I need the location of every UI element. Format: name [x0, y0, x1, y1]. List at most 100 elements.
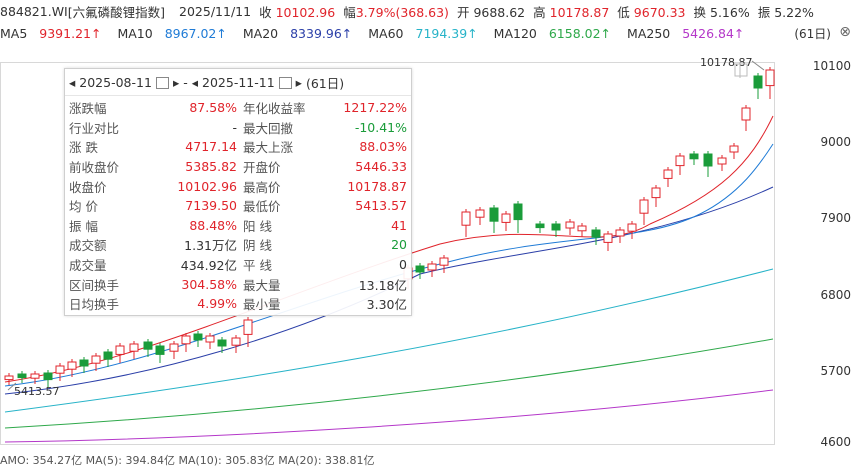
- turnover-label: 换: [693, 4, 707, 20]
- quote-date: 2025/11/11: [179, 3, 252, 19]
- calendar-icon[interactable]: [278, 77, 292, 89]
- y-tick-label: 6800: [820, 288, 851, 302]
- stat-value: 304.58%: [181, 276, 237, 292]
- quote-header: 884821.WI [六氟磷酸锂指数] 2025/11/11 收 10102.9…: [0, 0, 865, 22]
- candle-body[interactable]: [603, 233, 613, 243]
- date-end-field[interactable]: 2025-11-11: [202, 75, 275, 90]
- period-button[interactable]: (61日): [794, 25, 831, 42]
- stat-label: 成交额: [69, 238, 107, 254]
- ma20-label: MA20 8339.96↑: [242, 25, 353, 41]
- stat-value: 5446.33: [355, 159, 407, 175]
- date-start-prev-icon[interactable]: ◂: [69, 75, 75, 90]
- candle-body[interactable]: [753, 75, 763, 89]
- stats-row: 行业对比 - 最大回撤 -10.41%: [69, 118, 411, 138]
- ma60-label: MA60 7194.39↑: [368, 25, 478, 41]
- candle-body[interactable]: [427, 263, 437, 271]
- candle-body[interactable]: [243, 319, 253, 335]
- candle-body[interactable]: [639, 199, 649, 214]
- candle-body[interactable]: [415, 265, 425, 273]
- close-value: 10102.96: [275, 4, 336, 20]
- candle-body[interactable]: [689, 153, 699, 160]
- date-end-next-icon[interactable]: ▸: [296, 75, 302, 90]
- stat-value: 10102.96: [177, 178, 237, 194]
- candle-body[interactable]: [79, 359, 89, 367]
- panel-date-range: ◂ 2025-08-11 ▸ - ◂ 2025-11-11 ▸ (61日): [65, 69, 411, 96]
- candle-body[interactable]: [205, 335, 215, 343]
- amplitude-value: 5.22%: [774, 4, 814, 20]
- stat-value: 41: [391, 217, 407, 233]
- high-annotation: 10178.87: [700, 56, 753, 69]
- candle-body[interactable]: [501, 213, 511, 223]
- stat-label: 收盘价: [69, 179, 107, 195]
- stat-value: 434.92亿: [180, 258, 237, 274]
- candle-body[interactable]: [143, 341, 153, 350]
- candle-body[interactable]: [729, 145, 739, 153]
- candle-body[interactable]: [535, 223, 545, 229]
- candle-body[interactable]: [231, 337, 241, 346]
- stat-value: 13.18亿: [358, 277, 407, 293]
- stats-row: 区间换手 304.58% 最大量 13.18亿: [69, 274, 411, 294]
- y-tick-label: 10100: [812, 59, 851, 73]
- date-end-prev-icon[interactable]: ◂: [192, 75, 198, 90]
- candle-body[interactable]: [741, 107, 751, 121]
- candle-body[interactable]: [615, 229, 625, 237]
- candle-body[interactable]: [663, 169, 673, 179]
- low-value: 9670.33: [633, 4, 686, 20]
- candle-body[interactable]: [717, 157, 727, 165]
- candle-body[interactable]: [43, 372, 53, 381]
- ma5-label: MA5 9391.21↑: [0, 25, 102, 41]
- candle-body[interactable]: [591, 229, 601, 238]
- candle-body[interactable]: [129, 343, 139, 352]
- stats-row: 涨 跌 4717.14 最大上涨 88.03%: [69, 137, 411, 157]
- day-count: (61日): [305, 75, 345, 91]
- calendar-icon[interactable]: [155, 77, 169, 89]
- stat-label: 最大回撤: [243, 120, 294, 136]
- index-name: [六氟磷酸锂指数]: [67, 4, 166, 20]
- candle-body[interactable]: [155, 345, 165, 355]
- candle-body[interactable]: [565, 221, 575, 229]
- candle-body[interactable]: [675, 155, 685, 167]
- stat-label: 最低价: [243, 199, 281, 215]
- stat-value: 3.30亿: [366, 297, 407, 313]
- stats-row: 日均换手 4.99% 最小量 3.30亿: [69, 294, 411, 314]
- candle-body[interactable]: [91, 355, 101, 364]
- stat-label: 区间换手: [69, 277, 120, 293]
- candle-body[interactable]: [103, 351, 113, 360]
- stat-value: 7139.50: [185, 198, 237, 214]
- candle-body[interactable]: [217, 339, 227, 347]
- close-icon[interactable]: ⊗: [839, 24, 851, 40]
- candle-body[interactable]: [765, 69, 775, 87]
- stat-label: 最高价: [243, 179, 281, 195]
- candle-body[interactable]: [181, 335, 191, 345]
- candle-body[interactable]: [17, 373, 27, 379]
- amplitude-label: 振: [757, 4, 771, 20]
- stat-label: 均 价: [69, 199, 98, 215]
- candle-body[interactable]: [193, 333, 203, 341]
- candle-body[interactable]: [461, 211, 471, 226]
- date-start-next-icon[interactable]: ▸: [173, 75, 179, 90]
- candle-body[interactable]: [577, 225, 587, 232]
- candle-body[interactable]: [439, 257, 449, 266]
- stat-label: 年化收益率: [243, 101, 306, 117]
- candle-body[interactable]: [55, 365, 65, 374]
- stat-value: -: [232, 119, 237, 135]
- candle-body[interactable]: [513, 203, 523, 221]
- stat-label: 平 线: [243, 258, 272, 274]
- candle-body[interactable]: [169, 343, 179, 352]
- stat-label: 阴 线: [243, 238, 272, 254]
- candle-body[interactable]: [651, 187, 661, 199]
- candle-body[interactable]: [627, 223, 637, 232]
- low-label: 低: [617, 4, 630, 20]
- stats-row: 收盘价 10102.96 最高价 10178.87: [69, 176, 411, 196]
- candle-body[interactable]: [475, 209, 485, 218]
- stat-value: 20: [391, 237, 407, 253]
- candle-body[interactable]: [489, 207, 499, 222]
- candle-body[interactable]: [67, 361, 77, 370]
- stat-value: 1217.22%: [343, 100, 407, 116]
- candle-body[interactable]: [115, 345, 125, 355]
- candle-body[interactable]: [703, 153, 713, 167]
- candle-body[interactable]: [30, 373, 40, 379]
- date-start-field[interactable]: 2025-08-11: [79, 75, 152, 90]
- candle-body[interactable]: [4, 375, 14, 381]
- candle-body[interactable]: [551, 223, 561, 231]
